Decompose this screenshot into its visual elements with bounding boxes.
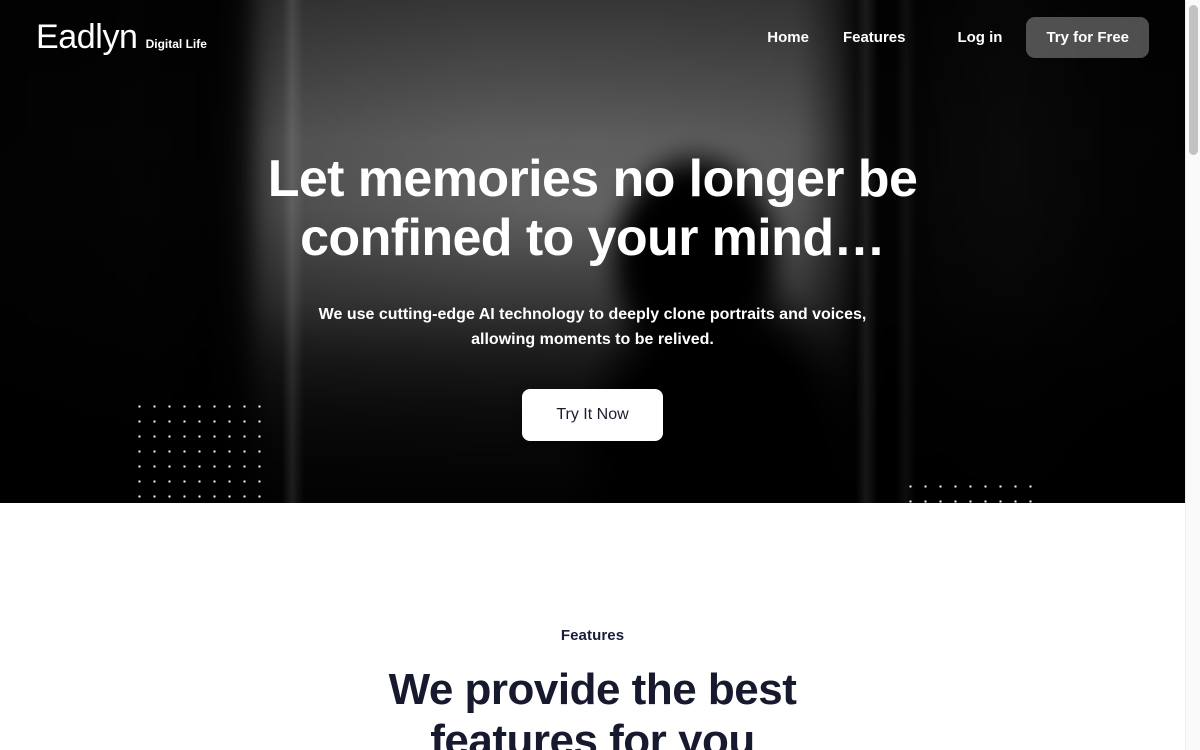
try-it-now-button[interactable]: Try It Now	[522, 389, 663, 442]
login-link[interactable]: Log in	[957, 29, 1002, 46]
hero-content: Let memories no longer be confined to yo…	[0, 150, 1185, 442]
nav-item-features[interactable]: Features	[843, 29, 906, 46]
page-scrollbar-thumb[interactable]	[1189, 5, 1198, 155]
page-viewport: Eadlyn Digital Life Home Features Log in…	[0, 0, 1185, 750]
top-navigation-bar: Eadlyn Digital Life Home Features Log in…	[0, 0, 1185, 74]
try-for-free-button[interactable]: Try for Free	[1026, 16, 1149, 58]
brand-logo[interactable]: Eadlyn Digital Life	[36, 20, 207, 54]
nav-right-group: Home Features Log in Try for Free	[767, 16, 1149, 58]
brand-tagline: Digital Life	[145, 37, 207, 51]
features-section: Features We provide the best features fo…	[0, 503, 1185, 750]
features-eyebrow-label: Features	[560, 627, 625, 644]
page-scrollbar-track[interactable]	[1185, 0, 1200, 750]
features-heading: We provide the best features for you	[388, 665, 797, 750]
brand-name: Eadlyn	[36, 18, 138, 56]
hero-headline: Let memories no longer be confined to yo…	[267, 150, 918, 267]
nav-links: Home Features	[767, 29, 905, 46]
nav-item-home[interactable]: Home	[767, 29, 809, 46]
hero-section: Eadlyn Digital Life Home Features Log in…	[0, 0, 1185, 503]
hero-subheadline: We use cutting-edge AI technology to dee…	[318, 305, 867, 349]
